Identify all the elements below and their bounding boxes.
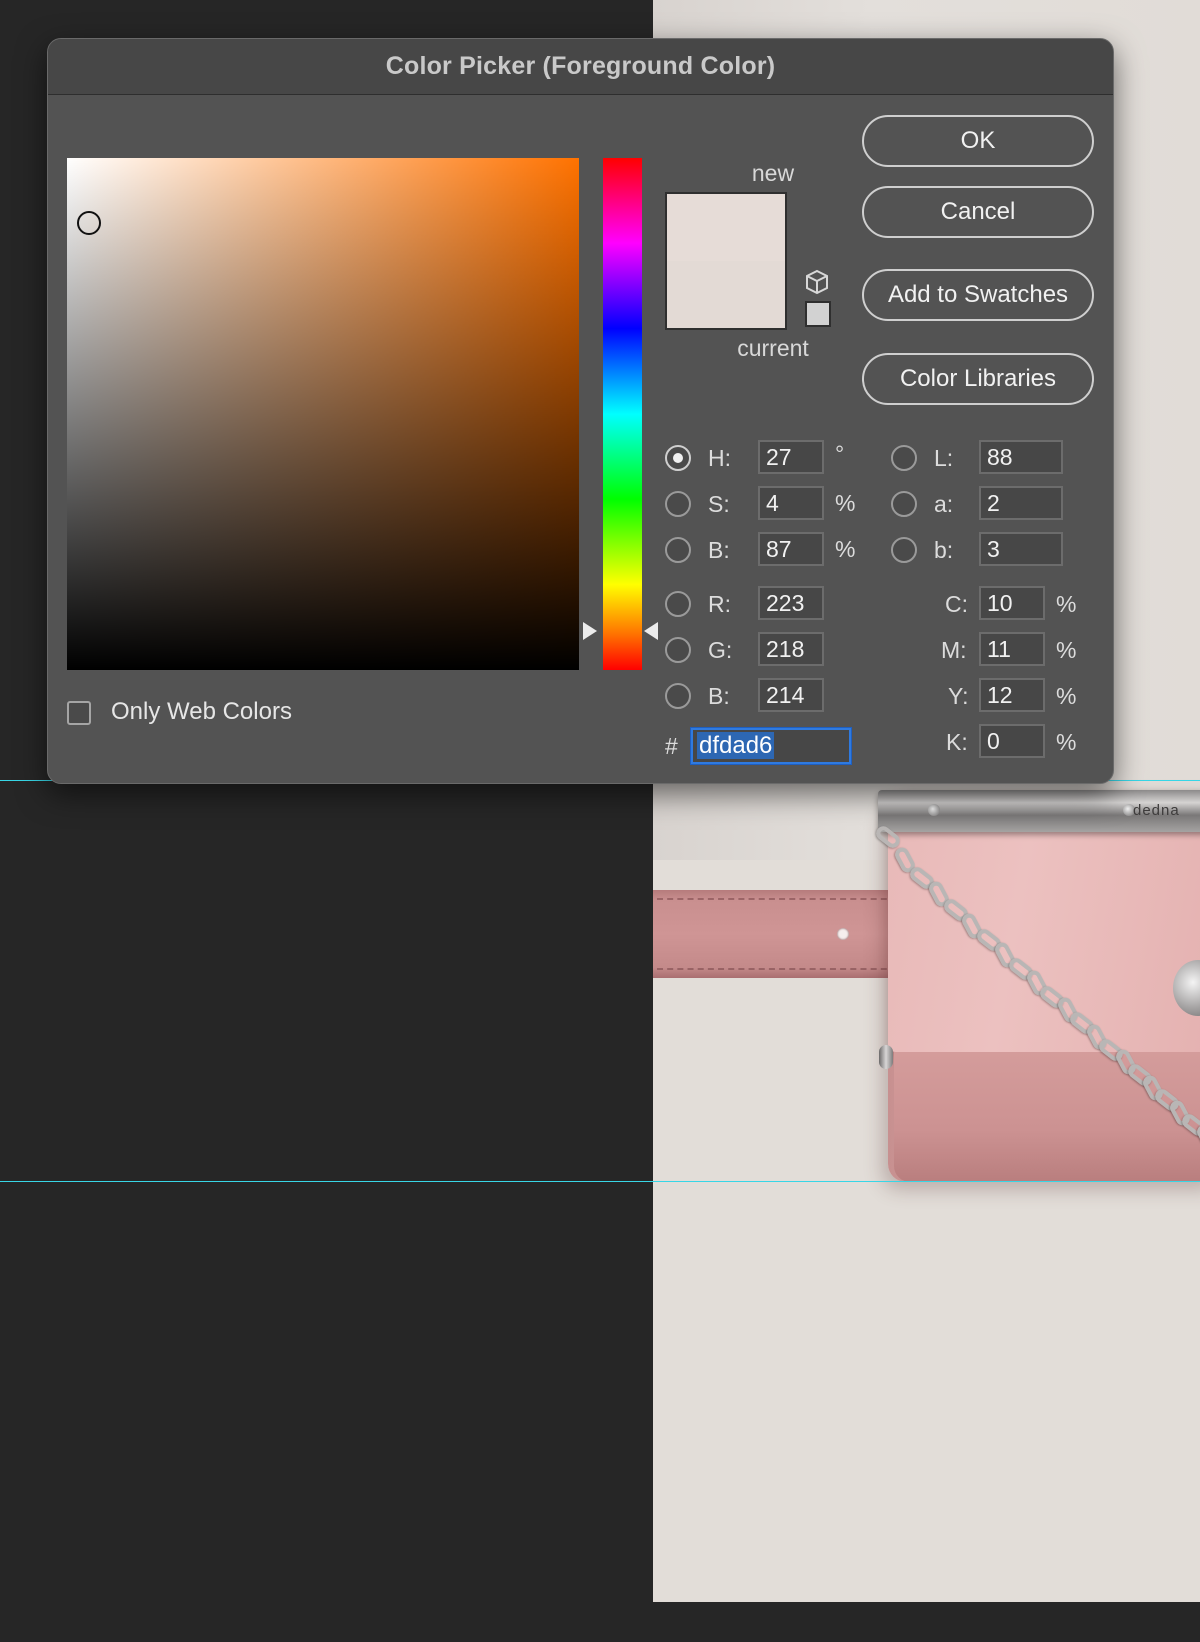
unit-c: %	[1056, 591, 1077, 617]
clasp-screw	[928, 804, 940, 816]
lab-a-row: a:	[891, 487, 953, 521]
radio-s[interactable]	[665, 491, 691, 517]
rgb-b-row: B:	[665, 679, 730, 713]
strap-hole	[837, 928, 849, 940]
radio-h[interactable]	[665, 445, 691, 471]
rgb-r-row: R:	[665, 587, 731, 621]
radio-r[interactable]	[665, 591, 691, 617]
input-b[interactable]: 87	[758, 532, 824, 566]
label-y: Y:	[948, 683, 969, 709]
websafe-swatch-icon[interactable]	[805, 301, 831, 327]
input-h[interactable]: 27	[758, 440, 824, 474]
dialog-titlebar[interactable]: Color Picker (Foreground Color)	[48, 39, 1113, 95]
ok-button[interactable]: OK	[862, 115, 1094, 167]
new-label: new	[751, 160, 795, 186]
guide-line	[0, 1181, 1200, 1182]
radio-lab-a[interactable]	[891, 491, 917, 517]
input-m[interactable]: 11	[979, 632, 1045, 666]
hue-slider[interactable]	[603, 158, 642, 670]
hsb-h-row: H:	[665, 441, 731, 475]
input-y[interactable]: 12	[979, 678, 1045, 712]
color-libraries-button[interactable]: Color Libraries	[862, 353, 1094, 405]
hex-hash-label: #	[665, 733, 678, 759]
strap-stitch	[657, 968, 897, 970]
unit-m: %	[1056, 637, 1077, 663]
label-b: B:	[708, 536, 730, 563]
label-lab-b: b:	[934, 536, 954, 563]
cancel-button[interactable]: Cancel	[862, 186, 1094, 238]
unit-b: %	[835, 536, 856, 562]
input-lab-a[interactable]: 2	[979, 486, 1063, 520]
only-web-colors-label[interactable]: Only Web Colors	[111, 698, 292, 726]
bag-body	[894, 1052, 1200, 1182]
input-s[interactable]: 4	[758, 486, 824, 520]
label-m: M:	[941, 637, 967, 663]
unit-h: °	[835, 441, 845, 467]
new-color-swatch	[667, 194, 785, 261]
input-k[interactable]: 0	[979, 724, 1045, 758]
label-s: S:	[708, 490, 730, 517]
dialog-title: Color Picker (Foreground Color)	[385, 52, 776, 80]
label-k: K:	[946, 729, 968, 755]
lab-b-row: b:	[891, 533, 953, 567]
hex-input[interactable]: dfdad6	[691, 728, 851, 764]
hex-value: dfdad6	[697, 732, 775, 759]
only-web-colors-checkbox[interactable]	[67, 701, 91, 725]
unit-s: %	[835, 490, 856, 516]
hsb-s-row: S:	[665, 487, 730, 521]
bag-side-stud	[879, 1045, 893, 1069]
label-lab-l: L:	[934, 444, 954, 471]
bag-clasp: dedna	[878, 790, 1200, 832]
input-rgb-b[interactable]: 214	[758, 678, 824, 712]
strap-stitch	[657, 898, 897, 900]
radio-lab-l[interactable]	[891, 445, 917, 471]
hsb-b-row: B:	[665, 533, 730, 567]
lab-l-row: L:	[891, 441, 953, 475]
label-c: C:	[945, 591, 968, 617]
color-field-marker[interactable]	[77, 211, 101, 235]
current-color-swatch[interactable]	[667, 261, 785, 328]
label-r: R:	[708, 590, 731, 617]
brand-engraving: dedna	[1133, 802, 1180, 819]
color-field[interactable]	[67, 158, 579, 670]
radio-lab-b[interactable]	[891, 537, 917, 563]
input-g[interactable]: 218	[758, 632, 824, 666]
color-preview	[665, 192, 787, 330]
rgb-g-row: G:	[665, 633, 732, 667]
input-c[interactable]: 10	[979, 586, 1045, 620]
unit-y: %	[1056, 683, 1077, 709]
unit-k: %	[1056, 729, 1077, 755]
hue-slider-handle-right[interactable]	[644, 622, 658, 640]
radio-g[interactable]	[665, 637, 691, 663]
radio-rgb-b[interactable]	[665, 683, 691, 709]
label-lab-a: a:	[934, 490, 954, 517]
label-rgb-b: B:	[708, 682, 730, 709]
input-lab-b[interactable]: 3	[979, 532, 1063, 566]
bag-strap	[653, 890, 903, 978]
input-lab-l[interactable]: 88	[979, 440, 1063, 474]
label-g: G:	[708, 636, 733, 663]
current-label: current	[737, 335, 809, 361]
cube-icon[interactable]	[804, 269, 830, 295]
hue-slider-handle-left[interactable]	[583, 622, 597, 640]
input-r[interactable]: 223	[758, 586, 824, 620]
color-picker-dialog: Color Picker (Foreground Color) new curr…	[47, 38, 1114, 784]
label-h: H:	[708, 444, 731, 471]
add-to-swatches-button[interactable]: Add to Swatches	[862, 269, 1094, 321]
radio-b[interactable]	[665, 537, 691, 563]
